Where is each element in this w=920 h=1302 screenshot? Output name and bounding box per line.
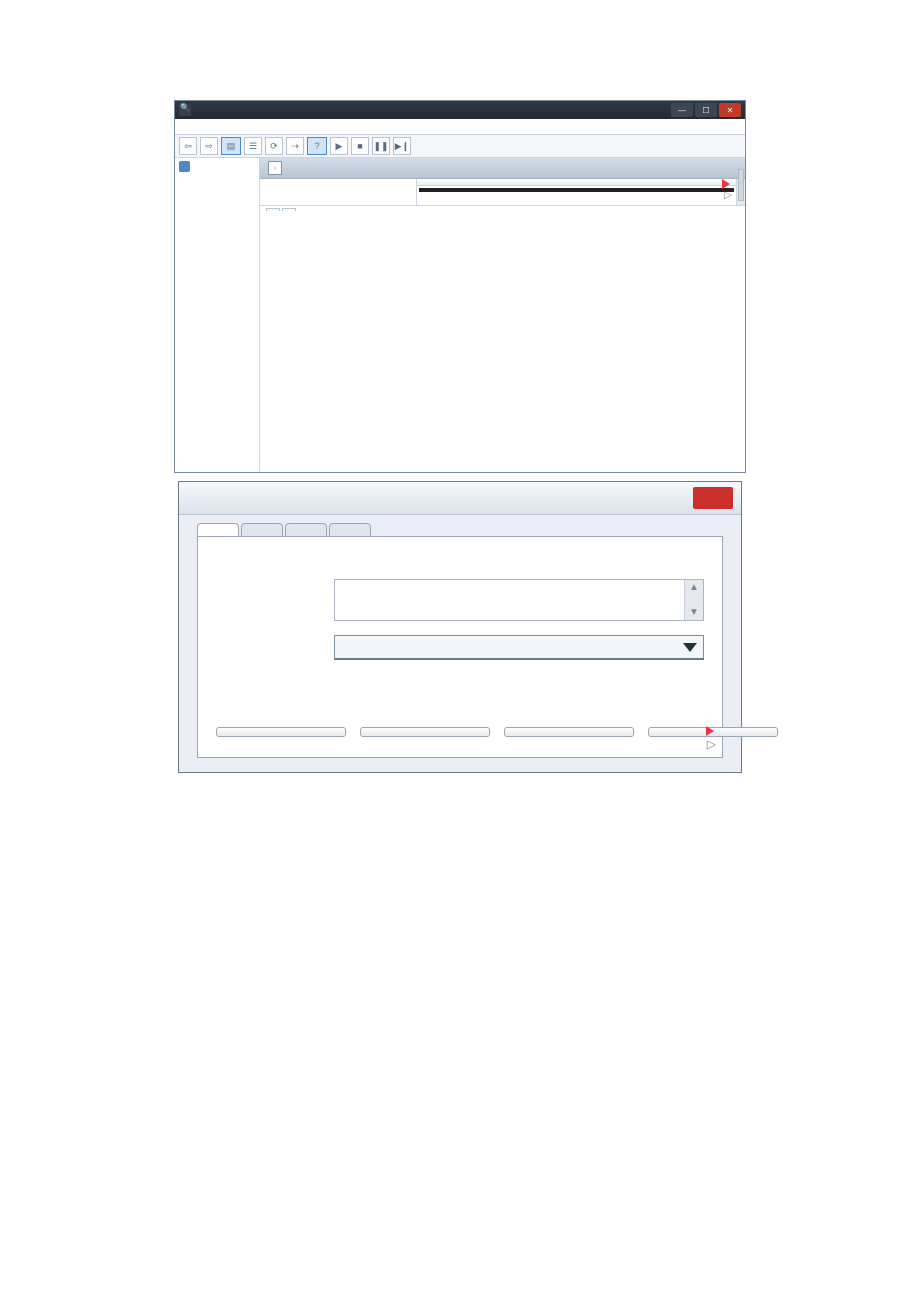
services-menubar[interactable] — [175, 119, 745, 135]
restart-icon[interactable]: ▶❙ — [393, 137, 411, 155]
nav-services-local[interactable] — [177, 160, 257, 173]
tab-logon[interactable] — [241, 523, 283, 536]
app-icon[interactable]: ▤ — [221, 137, 241, 155]
action-buttons — [216, 727, 704, 737]
startup-type-select[interactable] — [334, 635, 704, 659]
services-toolbar: ⇦ ⇨ ▤ ☰ ⟳ ⇢ ? ▶ ■ ❚❚ ▶❙ — [175, 135, 745, 158]
properties-dialog: ▲▼ — [178, 481, 742, 773]
description-box: ▲▼ — [334, 579, 704, 621]
play-icon[interactable]: ▶ — [330, 137, 348, 155]
arrow-icon — [722, 179, 730, 189]
back-icon[interactable]: ⇦ — [179, 137, 197, 155]
column-headers[interactable] — [417, 179, 736, 186]
export-icon[interactable]: ⇢ — [286, 137, 304, 155]
maximize-button[interactable]: ☐ — [695, 103, 717, 117]
services-nav — [175, 158, 260, 472]
service-details-panel — [260, 179, 416, 205]
help-icon[interactable]: ? — [307, 137, 327, 155]
scroll-thumb[interactable] — [738, 169, 744, 201]
pane-header: ◦ — [260, 158, 745, 179]
scroll-down-icon[interactable]: ▼ — [689, 607, 699, 618]
tabs — [197, 523, 741, 536]
pause-icon[interactable]: ❚❚ — [372, 137, 390, 155]
start-button[interactable] — [216, 727, 346, 737]
tab-general[interactable] — [197, 523, 239, 536]
tab-extended[interactable] — [266, 208, 280, 211]
tab-standard[interactable] — [282, 208, 296, 211]
dropdown-icon — [683, 643, 697, 652]
close-button[interactable] — [693, 487, 733, 509]
props-icon[interactable]: ☰ — [244, 137, 262, 155]
watermark: ▷ — [722, 178, 732, 201]
pane-nav-icon[interactable]: ◦ — [268, 161, 282, 175]
minimize-button[interactable]: — — [671, 103, 693, 117]
forward-icon[interactable]: ⇨ — [200, 137, 218, 155]
close-button[interactable]: ✕ — [719, 103, 741, 117]
header-name[interactable] — [417, 179, 569, 185]
gear-icon — [179, 161, 190, 172]
description-text — [335, 580, 684, 620]
header-desc[interactable] — [569, 179, 607, 185]
properties-titlebar[interactable] — [179, 482, 741, 515]
services-window: — ☐ ✕ ⇦ ⇨ ▤ ☰ ⟳ ⇢ ? ▶ ■ ❚❚ ▶❙ — [174, 100, 746, 473]
refresh-icon[interactable]: ⟳ — [265, 137, 283, 155]
scroll-up-icon[interactable]: ▲ — [689, 582, 699, 593]
tab-body: ▲▼ — [197, 536, 723, 758]
header-start[interactable] — [645, 179, 689, 185]
services-app-icon — [179, 104, 191, 116]
stop-button[interactable] — [360, 727, 490, 737]
tab-deps[interactable] — [329, 523, 371, 536]
view-tabs — [260, 205, 745, 213]
arrow-icon — [706, 726, 714, 736]
stop-icon[interactable]: ■ — [351, 137, 369, 155]
services-titlebar[interactable]: — ☐ ✕ — [175, 101, 745, 119]
pause-button[interactable] — [504, 727, 634, 737]
header-stat[interactable] — [607, 179, 645, 185]
services-list[interactable]: ▷ — [416, 179, 736, 205]
highlight-box — [419, 188, 734, 192]
label-description — [216, 579, 334, 621]
desc-scrollbar[interactable]: ▲▼ — [684, 580, 703, 620]
watermark: ▷ — [706, 725, 716, 751]
startup-type-dropdown[interactable] — [334, 658, 704, 660]
tab-recover[interactable] — [285, 523, 327, 536]
scrollbar[interactable] — [736, 179, 745, 205]
